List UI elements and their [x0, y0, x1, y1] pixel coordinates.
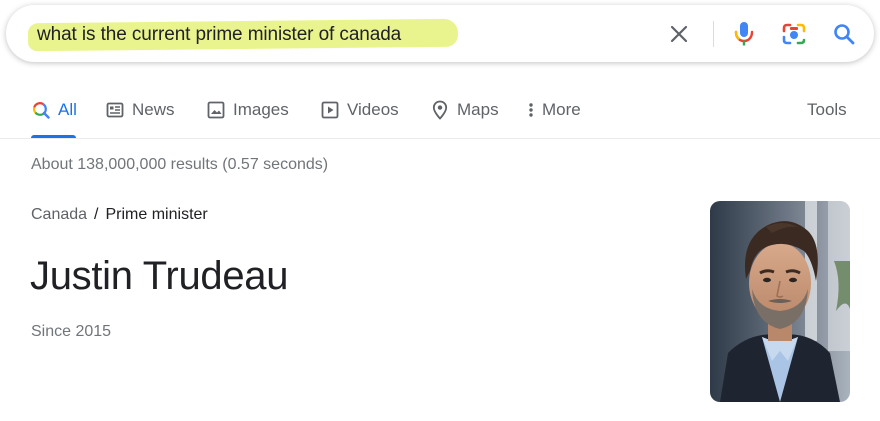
tab-videos[interactable]: Videos	[320, 88, 399, 138]
tools-label: Tools	[807, 100, 847, 119]
tab-more[interactable]: More	[526, 88, 581, 138]
tab-label: More	[542, 100, 581, 119]
more-vertical-icon	[526, 100, 536, 120]
newspaper-icon	[105, 100, 125, 120]
search-query-text[interactable]: what is the current prime minister of ca…	[37, 24, 401, 46]
clear-button[interactable]	[664, 19, 694, 49]
answer-title[interactable]: Justin Trudeau	[30, 254, 288, 299]
image-icon	[206, 100, 226, 120]
play-icon	[320, 100, 340, 120]
camera-lens-icon	[782, 23, 806, 45]
tab-label: News	[132, 100, 175, 119]
result-stats: About 138,000,000 results (0.57 seconds)	[31, 156, 329, 173]
breadcrumb: Canada / Prime minister	[31, 206, 208, 224]
close-icon	[670, 25, 688, 43]
tabs-divider	[0, 138, 880, 139]
breadcrumb-parent-link[interactable]: Canada	[31, 206, 87, 223]
search-tabs: All News Images Videos Maps More Tools	[0, 88, 880, 138]
voice-search-button[interactable]	[729, 19, 759, 49]
search-bar-divider	[713, 21, 714, 47]
tab-maps[interactable]: Maps	[430, 88, 499, 138]
answer-subtitle: Since 2015	[31, 323, 112, 340]
map-pin-icon	[430, 100, 450, 120]
tab-images[interactable]: Images	[206, 88, 289, 138]
tab-label: All	[58, 100, 77, 119]
microphone-icon	[734, 22, 754, 46]
portrait-illustration	[710, 201, 850, 402]
search-submit-button[interactable]	[829, 19, 859, 49]
tools-button[interactable]: Tools	[807, 88, 847, 138]
search-icon	[31, 100, 51, 120]
tab-label: Videos	[347, 100, 399, 119]
answer-portrait-image[interactable]	[710, 201, 850, 402]
tab-all[interactable]: All	[31, 88, 77, 138]
search-icon	[834, 24, 855, 45]
search-bar[interactable]: what is the current prime minister of ca…	[6, 5, 874, 62]
tab-news[interactable]: News	[105, 88, 175, 138]
breadcrumb-separator: /	[94, 206, 99, 223]
tab-label: Images	[233, 100, 289, 119]
tab-label: Maps	[457, 100, 499, 119]
breadcrumb-current: Prime minister	[105, 206, 208, 223]
lens-search-button[interactable]	[779, 19, 809, 49]
